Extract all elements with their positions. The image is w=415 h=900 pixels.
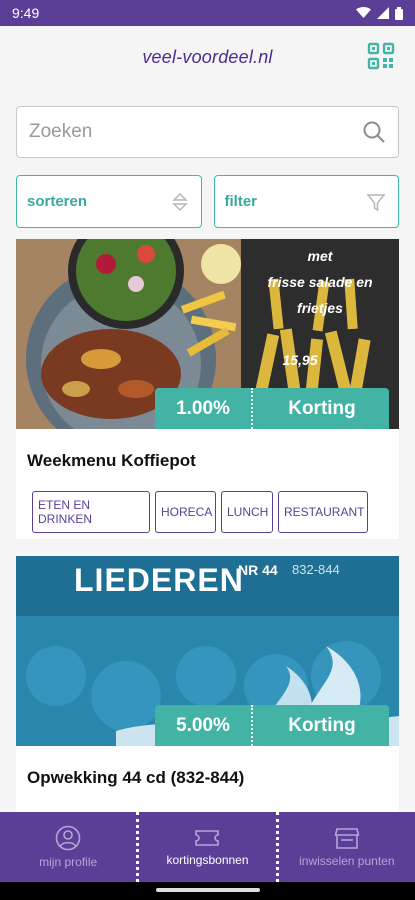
ticket-icon	[195, 830, 220, 846]
menu-text-line: met	[307, 248, 333, 264]
search-icon[interactable]	[362, 120, 386, 144]
discount-label: Korting	[255, 388, 389, 429]
nav-label: inwisselen punten	[299, 854, 395, 868]
signal-icon	[377, 7, 389, 19]
discount-percent: 1.00%	[155, 388, 251, 429]
page-title: veel-voordeel.nl	[142, 46, 273, 67]
sort-button[interactable]: sorteren	[16, 175, 202, 228]
tag[interactable]: ETEN EN DRINKEN	[32, 491, 150, 533]
sort-icon	[171, 192, 188, 211]
nav-item-redeem[interactable]: inwisselen punten	[275, 812, 415, 882]
filter-label: filter	[224, 193, 258, 210]
home-handle[interactable]	[156, 888, 260, 892]
nav-label: kortingsbonnen	[166, 853, 249, 867]
tag[interactable]: HORECA	[155, 491, 216, 533]
album-title: LIEDEREN	[74, 562, 244, 598]
deal-image: met frisse salade en frietjes 15,95 1.00…	[16, 239, 399, 429]
tag[interactable]: RESTAURANT	[278, 491, 368, 533]
sort-label: sorteren	[27, 193, 88, 210]
status-icons	[356, 6, 403, 20]
sort-filter-row: sorteren filter	[16, 175, 399, 228]
deal-card[interactable]: LIEDEREN NR 44 832-844 5.00% Korting Opw…	[16, 556, 399, 816]
nav-item-profile[interactable]: mijn profile	[0, 812, 136, 882]
album-number: NR 44	[238, 562, 278, 578]
tag[interactable]: LUNCH	[221, 491, 273, 533]
discount-badge: 5.00% Korting	[155, 705, 389, 746]
tag-list: ETEN EN DRINKEN HORECA LUNCH RESTAURANT	[16, 471, 399, 533]
person-icon	[55, 825, 81, 851]
discount-percent: 5.00%	[155, 705, 251, 746]
menu-text: met frisse salade en frietjes 15,95	[241, 239, 399, 373]
store-icon	[334, 828, 360, 849]
menu-price: 15,95	[282, 352, 318, 368]
app-bar: veel-voordeel.nl	[0, 26, 415, 88]
deal-title: Opwekking 44 cd (832-844)	[27, 768, 245, 787]
album-range: 832-844	[292, 562, 340, 577]
battery-icon	[395, 6, 403, 20]
nav-item-coupons[interactable]: kortingsbonnen	[136, 812, 275, 882]
status-bar: 9:49	[0, 0, 415, 26]
search-input[interactable]	[29, 121, 362, 143]
search-box[interactable]	[16, 106, 399, 158]
status-time: 9:49	[12, 5, 40, 21]
discount-label: Korting	[255, 705, 389, 746]
system-nav-bar	[0, 882, 415, 900]
filter-icon	[366, 193, 386, 211]
menu-text-line: frisse salade en	[267, 274, 373, 290]
qr-code-icon[interactable]	[367, 42, 395, 70]
menu-text-line: frietjes	[297, 300, 343, 316]
nav-label: mijn profile	[39, 855, 98, 869]
bottom-nav: mijn profile kortingsbonnen inwisselen p…	[0, 812, 415, 882]
wifi-icon	[356, 7, 371, 19]
deal-image: LIEDEREN NR 44 832-844 5.00% Korting	[16, 556, 399, 746]
filter-button[interactable]: filter	[213, 175, 399, 228]
deal-title: Weekmenu Koffiepot	[27, 451, 196, 470]
discount-badge: 1.00% Korting	[155, 388, 389, 429]
deal-card[interactable]: met frisse salade en frietjes 15,95 1.00…	[16, 239, 399, 539]
